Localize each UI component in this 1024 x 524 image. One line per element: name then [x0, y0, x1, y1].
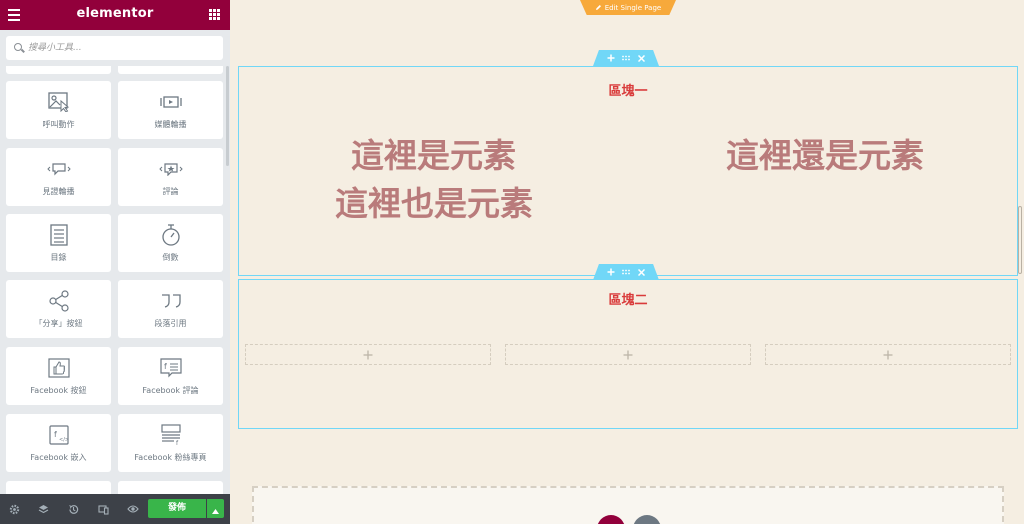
- reviews-icon: [118, 158, 223, 180]
- widget-label: Facebook 嵌入: [30, 453, 87, 462]
- widget-call-to-action[interactable]: 呼叫動作: [6, 81, 111, 139]
- facebook-comments-icon: f: [118, 357, 223, 379]
- preview-eye-icon[interactable]: [127, 503, 139, 515]
- widget-search[interactable]: [6, 36, 223, 60]
- widget-facebook-page[interactable]: f Facebook 粉絲專頁: [118, 414, 223, 472]
- delete-section-close-icon[interactable]: [636, 267, 646, 277]
- widget-list-scrollbar[interactable]: [226, 66, 229, 166]
- navigator-layers-icon[interactable]: [37, 503, 49, 515]
- widget-card-partial[interactable]: [6, 481, 111, 494]
- countdown-icon: [118, 224, 223, 246]
- panel-header: elementor: [0, 0, 230, 30]
- widget-countdown[interactable]: 倒數: [118, 214, 223, 272]
- svg-text:f: f: [54, 430, 57, 439]
- widget-label: 呼叫動作: [42, 120, 75, 129]
- widget-label: 「分享」按鈕: [34, 319, 83, 328]
- section-1[interactable]: 區塊一 這裡是元素 這裡也是元素 這裡還是元素: [238, 66, 1018, 276]
- svg-text:f: f: [164, 362, 167, 371]
- edit-page-tab-label: Edit Single Page: [604, 3, 662, 12]
- table-of-contents-icon: [6, 224, 111, 246]
- add-widget-plus-icon[interactable]: [623, 345, 633, 364]
- section-2-handle[interactable]: [593, 264, 659, 280]
- facebook-page-icon: f: [118, 424, 223, 446]
- widget-card-partial[interactable]: [118, 481, 223, 494]
- share-icon: [6, 290, 111, 312]
- element-text-1[interactable]: 這裡是元素: [351, 129, 516, 177]
- widget-label: 倒數: [162, 253, 179, 262]
- facebook-embed-icon: f </>: [6, 424, 111, 446]
- widget-testimonial-carousel[interactable]: 見證輪播: [6, 148, 111, 206]
- add-section-plus-icon[interactable]: [606, 53, 616, 63]
- widgets-grid-icon[interactable]: [209, 9, 220, 20]
- widget-card-partial[interactable]: [118, 66, 223, 74]
- widget-reviews[interactable]: 評論: [118, 148, 223, 206]
- testimonial-carousel-icon: [6, 158, 111, 180]
- widget-label: 段落引用: [154, 319, 187, 328]
- widget-facebook-comments[interactable]: f Facebook 評論: [118, 347, 223, 405]
- widget-label: Facebook 評論: [142, 386, 199, 395]
- facebook-like-icon: [6, 357, 111, 379]
- pencil-icon: [595, 4, 602, 11]
- drag-handle-icon[interactable]: [621, 53, 631, 63]
- widget-share-buttons[interactable]: 「分享」按鈕: [6, 280, 111, 338]
- add-widget-plus-icon[interactable]: [883, 345, 893, 364]
- add-widget-plus-icon[interactable]: [363, 345, 373, 364]
- section-1-handle[interactable]: [593, 50, 659, 66]
- widget-search-input[interactable]: [28, 39, 218, 57]
- elementor-logo: elementor: [76, 6, 154, 21]
- widget-facebook-embed[interactable]: f </> Facebook 嵌入: [6, 414, 111, 472]
- widget-facebook-button[interactable]: Facebook 按鈕: [6, 347, 111, 405]
- svg-text:f: f: [176, 440, 179, 446]
- widget-label: Facebook 粉絲專頁: [134, 453, 207, 462]
- svg-text:</>: </>: [59, 437, 69, 443]
- widget-label: 見證輪播: [42, 187, 75, 196]
- elementor-panel: elementor 呼叫動作 媒體輪播 見證輪播: [0, 0, 230, 524]
- widget-list: 呼叫動作 媒體輪播 見證輪播 評論 目錄 倒數 「分享」按鈕 段落引用 Face…: [0, 66, 230, 494]
- add-section-plus-icon[interactable]: [606, 267, 616, 277]
- history-icon[interactable]: [67, 503, 79, 515]
- publish-options-button[interactable]: [207, 499, 224, 518]
- widget-label: 目錄: [50, 253, 67, 262]
- drag-handle-icon[interactable]: [621, 267, 631, 277]
- section-2-title[interactable]: 區塊二: [239, 289, 1017, 308]
- section-1-title[interactable]: 區塊一: [239, 80, 1017, 99]
- empty-column-1[interactable]: [245, 344, 491, 365]
- edit-page-tab[interactable]: Edit Single Page: [580, 0, 676, 15]
- element-text-2[interactable]: 這裡也是元素: [335, 177, 533, 225]
- publish-button[interactable]: 發佈: [148, 499, 206, 518]
- search-icon: [14, 43, 22, 51]
- element-text-3[interactable]: 這裡還是元素: [726, 129, 924, 177]
- widget-label: Facebook 按鈕: [30, 386, 87, 395]
- widget-label: 評論: [162, 187, 179, 196]
- widget-blockquote[interactable]: 段落引用: [118, 280, 223, 338]
- widget-table-of-contents[interactable]: 目錄: [6, 214, 111, 272]
- delete-section-close-icon[interactable]: [636, 53, 646, 63]
- widget-media-carousel[interactable]: 媒體輪播: [118, 81, 223, 139]
- settings-gear-icon[interactable]: [8, 503, 20, 515]
- blockquote-icon: [118, 290, 223, 312]
- canvas-scrollbar[interactable]: [1018, 206, 1022, 274]
- section-2[interactable]: 區塊二: [238, 279, 1018, 429]
- editor-canvas: Edit Single Page 區塊一 這裡是元素 這裡也是元素 這裡還是元素: [230, 0, 1024, 524]
- responsive-mode-icon[interactable]: [97, 503, 109, 515]
- caret-up-icon: [212, 499, 219, 518]
- call-to-action-icon: [6, 91, 111, 113]
- widget-card-partial[interactable]: [6, 66, 111, 74]
- empty-column-3[interactable]: [765, 344, 1011, 365]
- empty-column-2[interactable]: [505, 344, 751, 365]
- add-new-section-area[interactable]: [252, 486, 1004, 524]
- media-carousel-icon: [118, 91, 223, 113]
- widget-label: 媒體輪播: [154, 120, 187, 129]
